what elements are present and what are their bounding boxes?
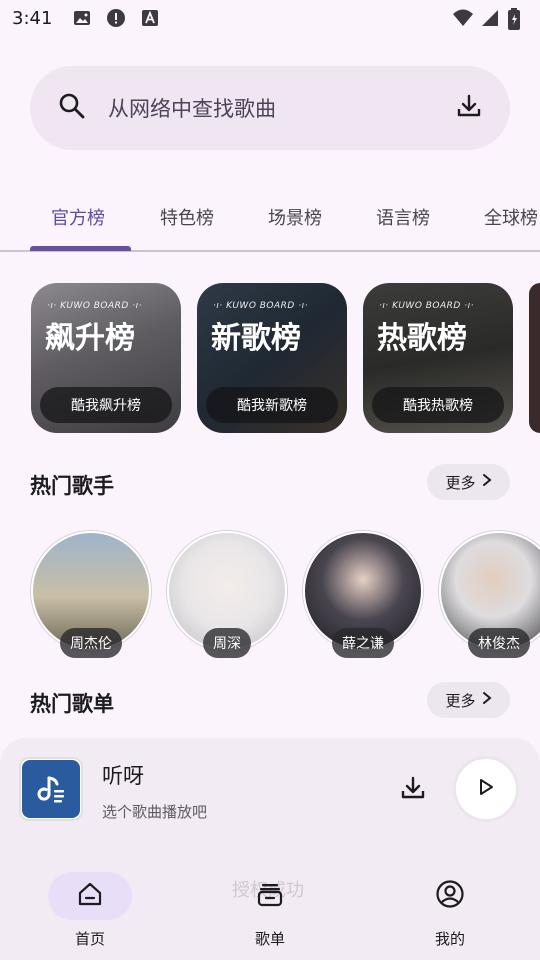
nav-indicator bbox=[228, 872, 312, 920]
chart-card-partial[interactable] bbox=[529, 283, 540, 433]
nav-item-playlist[interactable]: 歌单 bbox=[228, 872, 312, 949]
player-cover bbox=[19, 757, 83, 821]
chart-card-hot[interactable]: ·ı· KUWO BOARD ·ı· 热歌榜 酷我热歌榜 bbox=[363, 283, 513, 433]
chart-card-soaring[interactable]: ·ı· KUWO BOARD ·ı· 飙升榜 酷我飙升榜 bbox=[31, 283, 181, 433]
chart-cover-image bbox=[529, 283, 540, 433]
chart-title: 热歌榜 bbox=[377, 321, 467, 356]
tab-scene[interactable]: 场景榜 bbox=[268, 204, 322, 230]
profile-icon bbox=[435, 879, 465, 913]
chart-badge: ·ı· KUWO BOARD ·ı· bbox=[213, 301, 308, 311]
nav-indicator bbox=[408, 872, 492, 920]
chart-title: 新歌榜 bbox=[211, 321, 301, 356]
nav-label: 我的 bbox=[434, 930, 465, 948]
chevron-right-icon bbox=[482, 691, 492, 709]
music-note-icon bbox=[22, 760, 80, 818]
chart-button[interactable]: 酷我新歌榜 bbox=[206, 387, 338, 423]
artist-card[interactable]: 周深 bbox=[167, 531, 287, 658]
nav-item-profile[interactable]: 我的 bbox=[408, 872, 492, 949]
search-icon[interactable] bbox=[58, 92, 86, 124]
tab-global[interactable]: 全球榜 bbox=[484, 204, 538, 230]
artist-card[interactable]: 薛之谦 bbox=[303, 531, 423, 658]
chart-card-new[interactable]: ·ı· KUWO BOARD ·ı· 新歌榜 酷我新歌榜 bbox=[197, 283, 347, 433]
search-input[interactable]: 从网络中查找歌曲 bbox=[108, 93, 276, 123]
image-icon bbox=[72, 8, 92, 28]
tab-featured[interactable]: 特色榜 bbox=[160, 204, 214, 230]
chevron-right-icon bbox=[482, 473, 492, 491]
playlists-more-button[interactable]: 更多 bbox=[427, 682, 510, 718]
section-title-playlists: 热门歌单 bbox=[30, 692, 114, 716]
player-subtitle: 选个歌曲播放吧 bbox=[102, 803, 208, 821]
nav-item-home[interactable]: 首页 bbox=[48, 872, 132, 949]
artist-name: 周深 bbox=[203, 628, 251, 658]
search-bar[interactable]: 从网络中查找歌曲 bbox=[30, 66, 510, 150]
artist-name: 周杰伦 bbox=[60, 628, 122, 658]
battery-icon bbox=[508, 8, 528, 30]
nav-indicator bbox=[48, 872, 132, 920]
chart-tabs: 官方榜 特色榜 场景榜 语言榜 全球榜 bbox=[0, 180, 540, 252]
chart-badge: ·ı· KUWO BOARD ·ı· bbox=[47, 301, 142, 311]
status-time: 3:41 bbox=[12, 7, 53, 29]
artist-name: 薛之谦 bbox=[332, 628, 394, 658]
player-title: 听呀 bbox=[102, 764, 144, 788]
download-icon[interactable] bbox=[400, 775, 426, 805]
play-button[interactable] bbox=[456, 759, 516, 819]
status-bar: 3:41 bbox=[0, 0, 540, 36]
artists-more-button[interactable]: 更多 bbox=[427, 464, 510, 500]
chart-button[interactable]: 酷我飙升榜 bbox=[40, 387, 172, 423]
a-font-icon bbox=[140, 8, 160, 28]
artist-card[interactable]: 周杰伦 bbox=[31, 531, 151, 658]
signal-icon bbox=[480, 8, 500, 28]
more-label: 更多 bbox=[445, 473, 476, 492]
mini-player[interactable]: 听呀 选个歌曲播放吧 bbox=[0, 738, 540, 838]
playlist-icon bbox=[256, 880, 284, 912]
chart-title: 飙升榜 bbox=[45, 321, 135, 356]
chart-badge: ·ı· KUWO BOARD ·ı· bbox=[379, 301, 474, 311]
play-icon bbox=[476, 777, 496, 801]
artist-name: 林俊杰 bbox=[468, 628, 530, 658]
alert-icon bbox=[106, 8, 126, 28]
home-icon bbox=[76, 880, 104, 912]
artist-card[interactable]: 林俊杰 bbox=[439, 531, 540, 658]
nav-label: 首页 bbox=[74, 930, 105, 948]
nav-label: 歌单 bbox=[254, 930, 285, 948]
tab-official[interactable]: 官方榜 bbox=[51, 204, 105, 230]
wifi-icon bbox=[452, 8, 473, 28]
tab-indicator bbox=[30, 246, 131, 251]
bottom-nav: 授权成功 首页 歌单 我的 bbox=[0, 838, 540, 960]
more-label: 更多 bbox=[445, 691, 476, 710]
section-title-artists: 热门歌手 bbox=[30, 474, 114, 498]
chart-button[interactable]: 酷我热歌榜 bbox=[372, 387, 504, 423]
tab-language[interactable]: 语言榜 bbox=[376, 204, 430, 230]
download-icon[interactable] bbox=[456, 93, 482, 123]
